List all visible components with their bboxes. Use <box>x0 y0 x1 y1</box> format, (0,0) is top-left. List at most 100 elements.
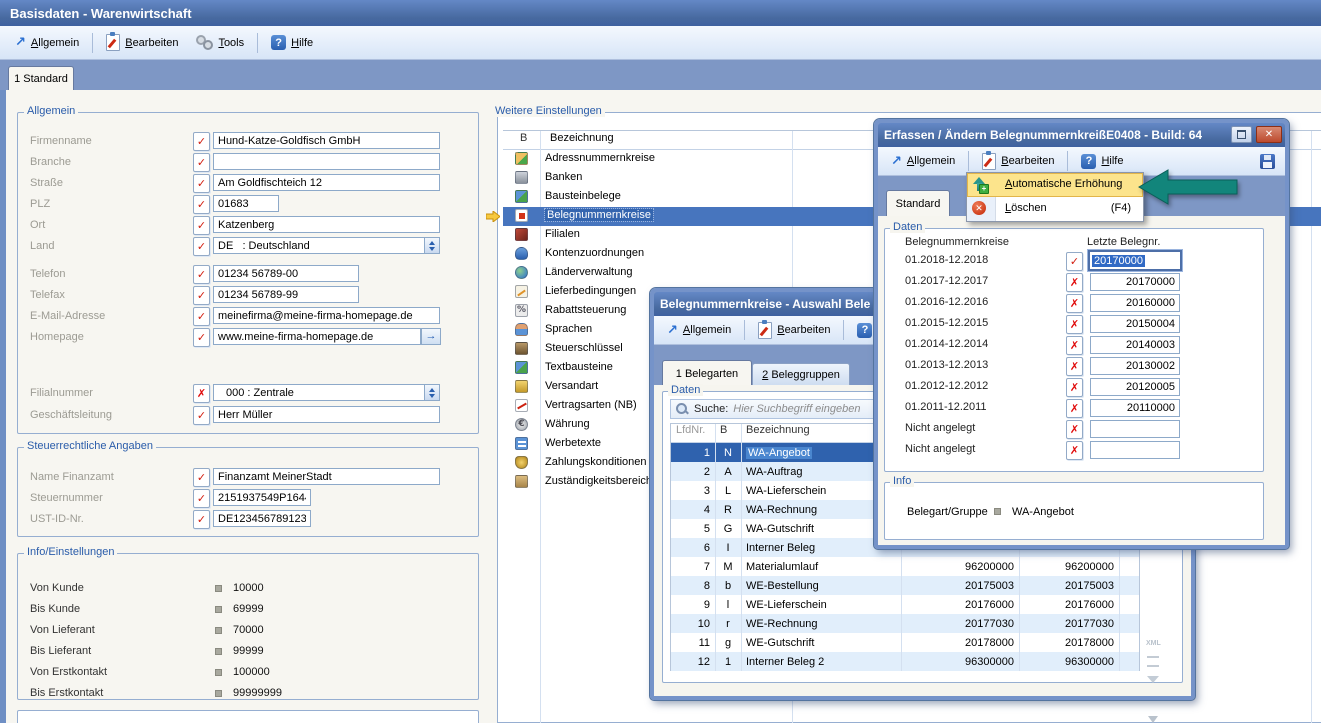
field-input-homepage[interactable] <box>213 328 421 345</box>
doc-check-icon[interactable]: ✓ <box>193 286 210 305</box>
doc-cross-icon[interactable]: ✗ <box>1066 315 1083 334</box>
tab-beleggruppen[interactable]: 2 Beleggruppen <box>752 363 850 387</box>
letzte-belegnr-input[interactable] <box>1090 294 1180 312</box>
rows-icon[interactable] <box>1147 656 1159 667</box>
doc-check-icon[interactable]: ✓ <box>193 328 210 347</box>
scroll-down-icon[interactable] <box>1148 716 1158 723</box>
belegnummernkreis-row: 01.2016-12.2016✗ <box>884 294 1264 313</box>
doc-check-icon[interactable]: ✓ <box>193 307 210 326</box>
restore-button[interactable] <box>1231 126 1252 143</box>
doc-check-icon[interactable]: ✓ <box>193 489 210 508</box>
field-input-steuernummer[interactable] <box>213 489 311 506</box>
doc-cross-icon[interactable]: ✗ <box>1066 273 1083 292</box>
letzte-belegnr-input[interactable] <box>1090 378 1180 396</box>
table-cell: 20178000 <box>901 637 1019 649</box>
field-input-telefax[interactable] <box>213 286 359 303</box>
menu-item-l-schen[interactable]: Löschen(F4) <box>967 197 1143 221</box>
doc-cross-icon[interactable]: ✗ <box>1066 336 1083 355</box>
letzte-belegnr-input[interactable] <box>1090 273 1180 291</box>
field-input-ust-id-nr-[interactable] <box>213 510 311 527</box>
doc-check-icon[interactable]: ✓ <box>193 153 210 172</box>
menu-item-tools[interactable]: Tools <box>187 32 253 53</box>
save-icon[interactable] <box>1260 154 1275 169</box>
doc-cross-icon[interactable]: ✗ <box>1066 378 1083 397</box>
table-cell: 96300000 <box>901 656 1019 668</box>
doc-check-icon[interactable]: ✓ <box>1066 252 1083 271</box>
doc-cross-icon[interactable]: ✗ <box>1066 294 1083 313</box>
menu-item-allgemein[interactable]: Allgemein <box>6 33 88 52</box>
doc-cross-icon[interactable]: ✗ <box>1066 420 1083 439</box>
field-row-homepage: Homepage ✓ → <box>17 328 479 347</box>
menu-item-automatische-erh-hung[interactable]: +Automatische Erhöhung <box>967 173 1143 197</box>
letzte-belegnr-input[interactable] <box>1090 399 1180 417</box>
menu-item-allgemein[interactable]: Allgemein <box>882 152 964 171</box>
doc-check-icon[interactable]: ✓ <box>193 195 210 214</box>
doc-check-icon[interactable]: ✓ <box>193 468 210 487</box>
table-cell: 20177030 <box>901 618 1019 630</box>
field-input-plz[interactable] <box>213 195 279 212</box>
menu-item-hilfe[interactable]: Hilfe <box>1072 151 1132 172</box>
doc-cross-icon[interactable]: ✗ <box>193 384 210 403</box>
letzte-belegnr-input[interactable] <box>1090 357 1180 375</box>
menu-item-allgemein[interactable]: Allgemein <box>658 321 740 340</box>
kreis-label: 01.2013-12.2013 <box>905 359 988 371</box>
tab-standard-edit[interactable]: Standard <box>886 190 950 217</box>
doc-cross-icon[interactable]: ✗ <box>1066 357 1083 376</box>
open-homepage-icon[interactable]: → <box>421 328 441 345</box>
table-cell: g <box>715 637 741 649</box>
doc-check-icon[interactable]: ✓ <box>193 237 210 256</box>
field-row-land: Land✓ <box>17 237 479 256</box>
doc-check-icon[interactable]: ✓ <box>193 174 210 193</box>
tab-standard[interactable]: 1 Standard <box>8 66 74 91</box>
menu-item-bearbeiten[interactable]: Bearbeiten <box>973 150 1063 173</box>
field-input-name-finanzamt[interactable] <box>213 468 440 485</box>
field-input-telefon[interactable] <box>213 265 359 282</box>
table-cell: 3 <box>671 485 715 497</box>
doc-check-icon[interactable]: ✓ <box>193 265 210 284</box>
doc-cross-icon[interactable]: ✗ <box>1066 399 1083 418</box>
doc-check-icon[interactable]: ✓ <box>193 510 210 529</box>
menu-item-shortcut: (F4) <box>1111 202 1131 214</box>
doc-cross-icon[interactable]: ✗ <box>1066 441 1083 460</box>
menu-item-bearbeiten[interactable]: Bearbeiten <box>97 31 187 54</box>
letzte-belegnr-input[interactable] <box>1090 315 1180 333</box>
spinner-button[interactable] <box>424 237 440 254</box>
field-input-gesch-ftsleitung[interactable] <box>213 406 440 423</box>
menu-item-bearbeiten[interactable]: Bearbeiten <box>749 319 839 342</box>
arrow-ne-icon <box>891 155 902 168</box>
tab-belegarten[interactable]: 1 Belegarten <box>662 360 752 386</box>
letzte-belegnr-input[interactable] <box>1090 441 1180 459</box>
menu-item-hilfe[interactable]: Hilfe <box>262 32 322 53</box>
field-input-firmenname[interactable] <box>213 132 440 149</box>
belegnummernkreis-row: 01.2017-12.2017✗ <box>884 273 1264 292</box>
letzte-belegnr-input[interactable] <box>1090 420 1180 438</box>
field-input-e-mail-adresse[interactable] <box>213 307 440 324</box>
close-button[interactable] <box>1256 126 1282 143</box>
field-label: Homepage <box>30 331 84 343</box>
field-row-telefon: Telefon ✓ <box>17 265 479 284</box>
tree-item-label: Vertragsarten (NB) <box>545 399 637 411</box>
filter-icon[interactable] <box>1147 676 1159 683</box>
doc-check-icon[interactable]: ✓ <box>193 216 210 235</box>
doc-check-icon[interactable]: ✓ <box>193 132 210 151</box>
tree-item-label: Länderverwaltung <box>545 266 632 278</box>
letzte-belegnr-input[interactable] <box>1090 336 1180 354</box>
select-dialog-title: Belegnummernkreise - Auswahl Bele <box>660 297 870 311</box>
field-input-filialnummer[interactable] <box>213 384 440 401</box>
field-input-stra-e[interactable] <box>213 174 440 191</box>
letzte-belegnr-input[interactable]: 20170000 <box>1088 250 1182 271</box>
field-input-land[interactable] <box>213 237 440 254</box>
spinner-button[interactable] <box>424 384 440 401</box>
info-label: Bis Lieferant <box>30 645 91 657</box>
field-label: Telefon <box>30 268 65 280</box>
field-input-ort[interactable] <box>213 216 440 233</box>
belegnummernkreis-row: 01.2018-12.2018✓20170000 <box>884 252 1264 271</box>
info-label: Bis Kunde <box>30 603 80 615</box>
xml-export-icon[interactable]: XML <box>1146 640 1161 647</box>
field-input-branche[interactable] <box>213 153 440 170</box>
table-cell: 7 <box>671 561 715 573</box>
doc-check-icon[interactable]: ✓ <box>193 406 210 425</box>
field-label: PLZ <box>30 198 50 210</box>
tree-item-label: Sprachen <box>545 323 592 335</box>
table-cell: l <box>715 599 741 611</box>
